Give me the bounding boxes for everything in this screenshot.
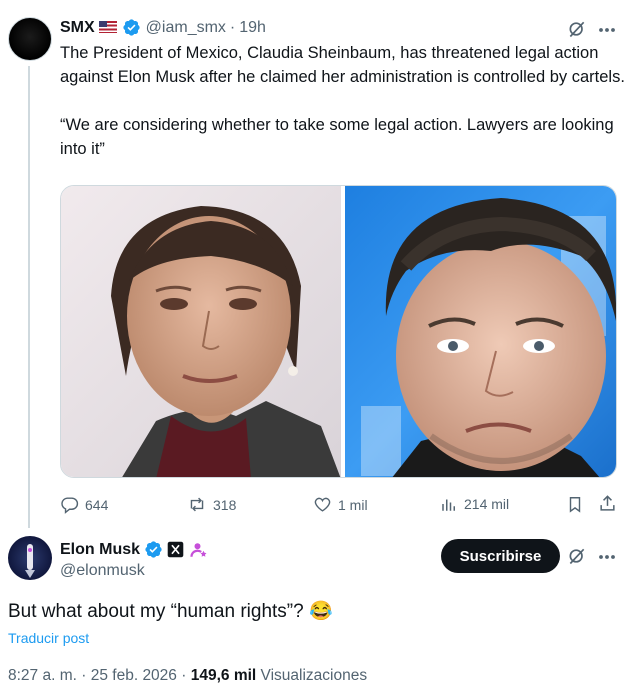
timestamp[interactable]: 19h [239, 19, 266, 37]
avatar-elonmusk[interactable] [8, 536, 52, 580]
tweet-paragraph-1: The President of Mexico, Claudia Sheinba… [60, 44, 625, 86]
thread-connector [28, 66, 30, 528]
bookmark-icon[interactable] [566, 495, 584, 514]
reply-header: Elon Musk [60, 540, 208, 559]
author-handle[interactable]: @iam_smx [146, 19, 226, 37]
tweet-meta: 8:27 a. m. · 25 feb. 2026 · 149,6 mil Vi… [8, 667, 367, 685]
affiliate-icon [190, 541, 208, 559]
reply-text: But what about my “human rights”? 😂 [8, 601, 333, 622]
views-count: 149,6 mil [190, 667, 257, 684]
verified-icon [122, 18, 141, 37]
post-time[interactable]: 8:27 a. m. [8, 667, 77, 684]
us-flag-icon [98, 20, 117, 33]
tweet-media[interactable] [60, 185, 617, 478]
x-badge-icon[interactable] [167, 541, 184, 558]
reply-count: 644 [85, 496, 109, 513]
post-date[interactable]: 25 feb. 2026 [91, 667, 177, 684]
translate-post-link[interactable]: Traducir post [8, 630, 89, 646]
separator: · [229, 18, 236, 36]
author-name[interactable]: Elon Musk [60, 541, 140, 559]
views-count: 214 mil [464, 496, 510, 512]
like-count: 1 mil [338, 496, 368, 513]
grok-icon[interactable] [567, 19, 587, 39]
repost-action[interactable]: 318 [187, 495, 236, 514]
like-action[interactable]: 1 mil [313, 495, 368, 514]
avatar-smx[interactable] [8, 17, 52, 61]
meta-separator: · [81, 667, 87, 684]
author-name[interactable]: SMX [60, 19, 95, 37]
meta-separator: · [181, 667, 187, 684]
tweet-header: SMX @iam_smx · 19h [60, 18, 266, 37]
tweet-paragraph-2: “We are considering whether to take some… [60, 116, 614, 158]
repost-count: 318 [213, 496, 237, 513]
reply-action[interactable]: 644 [60, 495, 108, 514]
tweet-text: The President of Mexico, Claudia Sheinba… [60, 41, 630, 161]
verified-icon [144, 540, 163, 559]
share-icon[interactable] [598, 494, 617, 513]
subscribe-button[interactable]: Suscribirse [441, 539, 560, 573]
views-label: Visualizaciones [260, 667, 368, 684]
repost-icon [187, 495, 207, 514]
more-icon[interactable] [598, 554, 616, 560]
like-icon [313, 495, 332, 514]
views-action[interactable]: 214 mil [440, 495, 509, 513]
views-icon [440, 495, 458, 513]
author-handle[interactable]: @elonmusk [60, 562, 145, 580]
more-icon[interactable] [598, 27, 616, 33]
grok-icon[interactable] [567, 546, 587, 566]
reply-icon [60, 495, 79, 514]
